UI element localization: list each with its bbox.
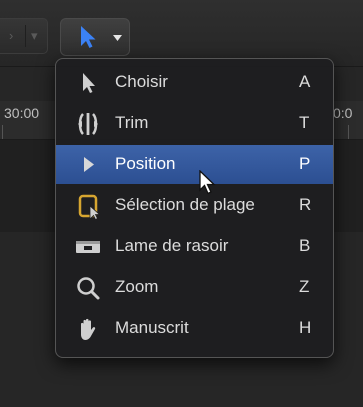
menu-item-zoom[interactable]: Zoom Z: [56, 268, 333, 307]
tools-dropdown-menu: Choisir A Trim T Position P Sélection de…: [55, 58, 334, 358]
menu-item-selection-de-plage[interactable]: Sélection de plage R: [56, 186, 333, 225]
menu-item-choisir[interactable]: Choisir A: [56, 63, 333, 102]
menu-item-label: Manuscrit: [115, 318, 189, 337]
menu-item-shortcut: B: [299, 236, 311, 255]
hand-icon: [81, 318, 96, 340]
arrow-pointer-icon: [81, 26, 96, 48]
menu-item-shortcut: R: [299, 195, 312, 214]
menu-item-shortcut: P: [299, 154, 311, 173]
menu-item-shortcut: T: [299, 113, 310, 132]
ruler-timecode-right: 0:0: [333, 105, 353, 121]
menu-item-lame-de-rasoir[interactable]: Lame de rasoir B: [56, 227, 333, 266]
tool-selector-button[interactable]: [60, 18, 130, 56]
menu-item-label: Lame de rasoir: [115, 236, 229, 255]
chevron-down-icon: ▾: [31, 28, 38, 43]
menu-item-shortcut: Z: [299, 277, 310, 296]
menu-item-label: Zoom: [115, 277, 159, 296]
toolbar: › ▾: [0, 0, 363, 67]
range-selection-icon: [78, 194, 101, 220]
blade-icon: [76, 241, 100, 253]
trim-icon: [78, 113, 98, 135]
menu-item-label: Position: [115, 154, 176, 173]
position-icon: [84, 157, 94, 172]
previous-toolbar-button[interactable]: › ▾: [0, 18, 48, 54]
menu-item-shortcut: H: [299, 318, 312, 337]
mouse-cursor-icon: [199, 170, 216, 195]
chevron-down-icon: [113, 35, 122, 41]
menu-item-trim[interactable]: Trim T: [56, 104, 333, 143]
menu-item-manuscrit[interactable]: Manuscrit H: [56, 309, 333, 348]
menu-item-label: Sélection de plage: [115, 195, 255, 214]
menu-item-position[interactable]: Position P: [56, 145, 333, 184]
ruler-tick: [348, 125, 349, 139]
ruler-timecode-left: 30:00: [4, 105, 40, 121]
arrow-select-icon: [83, 73, 95, 93]
menu-item-label: Choisir: [115, 72, 168, 91]
chevron-right-icon: ›: [9, 28, 14, 43]
button-divider: [25, 25, 26, 47]
menu-item-shortcut: A: [299, 72, 311, 91]
menu-item-label: Trim: [115, 113, 149, 132]
zoom-icon: [77, 277, 100, 300]
ruler-tick: [2, 125, 3, 139]
